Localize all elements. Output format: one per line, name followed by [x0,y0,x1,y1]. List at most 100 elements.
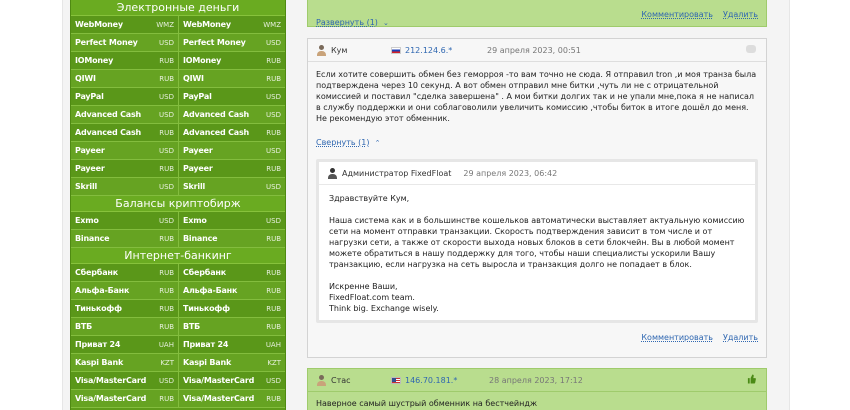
get-currency-option[interactable]: WebMoney WMZ [178,16,285,33]
get-currency-option[interactable]: Kaspi Bank KZT [178,354,285,371]
collapse-replies-link[interactable]: Свернуть (1) [316,138,370,147]
currency-code: RUB [159,394,174,403]
get-currency-option[interactable]: Payeer USD [178,142,285,159]
currency-code: USD [266,146,281,155]
give-currency-option[interactable]: Skrill USD [71,178,178,195]
currency-code: USD [159,216,174,225]
currency-name: QIWI [183,74,204,83]
give-currency-option[interactable]: Payeer USD [71,142,178,159]
get-currency-option[interactable]: Тинькофф RUB [178,300,285,317]
get-currency-option[interactable]: Exmo USD [178,212,285,229]
section-header: Электронные деньги [71,0,285,16]
get-currency-option[interactable]: Perfect Money USD [178,34,285,51]
give-currency-option[interactable]: PayPal USD [71,88,178,105]
currency-name: Advanced Cash [75,110,142,119]
give-currency-option[interactable]: ВТБ RUB [71,318,178,335]
currency-name: Advanced Cash [183,110,250,119]
exchange-row: Perfect Money USD Perfect Money USD [71,34,285,52]
give-currency-option[interactable]: Exmo USD [71,212,178,229]
russia-flag-icon [391,46,401,54]
currency-code: RUB [266,56,281,65]
exchange-row: QIWI RUB QIWI RUB [71,70,285,88]
currency-code: RUB [159,304,174,313]
give-currency-option[interactable]: Advanced Cash USD [71,106,178,123]
get-currency-option[interactable]: Visa/MasterCard USD [178,372,285,389]
neutral-rating-icon [746,45,756,53]
currency-code: USD [266,376,281,385]
currency-name: Visa/MasterCard [183,394,255,403]
delete-link[interactable]: Удалить [723,333,758,342]
reply-sign-line2: FixedFloat.com team. [329,293,415,302]
exchange-row: Тинькофф RUB Тинькофф RUB [71,300,285,318]
currency-code: USD [159,182,174,191]
comment-link[interactable]: Комментировать [641,333,713,342]
currency-name: Advanced Cash [183,128,250,137]
currency-name: Exmo [183,216,207,225]
give-currency-option[interactable]: IOMoney RUB [71,52,178,69]
currency-code: RUB [159,56,174,65]
get-currency-option[interactable]: Binance RUB [178,230,285,247]
exchange-row: WebMoney WMZ WebMoney WMZ [71,16,285,34]
currency-name: Exmo [75,216,99,225]
exchange-row: Kaspi Bank KZT Kaspi Bank KZT [71,354,285,372]
give-currency-option[interactable]: Альфа-Банк RUB [71,282,178,299]
review-text: Наверное самый шустрый обменник на бестч… [316,399,538,408]
give-currency-option[interactable]: Visa/MasterCard RUB [71,390,178,407]
review-card: Стас 146.70.181.* 28 апреля 2023, 17:12 … [307,368,767,410]
currency-code: USD [266,216,281,225]
reply-author: Администратор FixedFloat [342,168,452,178]
currency-name: Visa/MasterCard [183,376,255,385]
get-currency-option[interactable]: Visa/MasterCard RUB [178,390,285,407]
get-currency-option[interactable]: Сбербанк RUB [178,264,285,281]
currency-code: USD [266,182,281,191]
currency-name: Альфа-Банк [183,286,238,295]
admin-reply: Администратор FixedFloat 29 апреля 2023,… [316,159,758,323]
exchange-row: Advanced Cash RUB Advanced Cash RUB [71,124,285,142]
currency-code: RUB [266,128,281,137]
give-currency-option[interactable]: Binance RUB [71,230,178,247]
reply-header: Администратор FixedFloat 29 апреля 2023,… [319,162,755,185]
give-currency-option[interactable]: Сбербанк RUB [71,264,178,281]
currency-code: USD [159,110,174,119]
give-currency-option[interactable]: Visa/MasterCard USD [71,372,178,389]
currency-code: USD [266,92,281,101]
get-currency-option[interactable]: ВТБ RUB [178,318,285,335]
review-author: Стас [331,375,351,385]
currency-code: RUB [266,394,281,403]
get-currency-option[interactable]: QIWI RUB [178,70,285,87]
give-currency-option[interactable]: WebMoney WMZ [71,16,178,33]
give-currency-option[interactable]: Payeer RUB [71,160,178,177]
give-currency-option[interactable]: Приват 24 UAH [71,336,178,353]
currency-name: WebMoney [75,20,123,29]
get-currency-option[interactable]: Advanced Cash USD [178,106,285,123]
expand-replies-link[interactable]: Развернуть (1) [316,18,378,27]
currency-name: WebMoney [183,20,231,29]
comment-link[interactable]: Комментировать [641,10,713,19]
currency-name: Тинькофф [75,304,122,313]
currency-name: Альфа-Банк [75,286,130,295]
currency-name: ВТБ [75,322,93,331]
review-date: 29 апреля 2023, 00:51 [487,45,581,55]
currency-name: QIWI [75,74,96,83]
exchange-row: Payeer USD Payeer USD [71,142,285,160]
give-currency-option[interactable]: Kaspi Bank KZT [71,354,178,371]
get-currency-option[interactable]: IOMoney RUB [178,52,285,69]
give-currency-option[interactable]: Advanced Cash RUB [71,124,178,141]
delete-link[interactable]: Удалить [723,10,758,19]
currency-name: Payeer [183,146,213,155]
get-currency-option[interactable]: Advanced Cash RUB [178,124,285,141]
give-currency-option[interactable]: QIWI RUB [71,70,178,87]
give-currency-option[interactable]: Тинькофф RUB [71,300,178,317]
get-currency-option[interactable]: PayPal USD [178,88,285,105]
get-currency-option[interactable]: Альфа-Банк RUB [178,282,285,299]
previous-review-footer: Развернуть (1) ⌄ Комментировать Удалить [307,0,767,27]
currency-name: Сбербанк [75,268,118,277]
review-author: Кум [331,45,348,55]
give-currency-option[interactable]: Perfect Money USD [71,34,178,51]
get-currency-option[interactable]: Skrill USD [178,178,285,195]
currency-code: USD [159,146,174,155]
exchange-row: Visa/MasterCard RUB Visa/MasterCard RUB [71,390,285,408]
currency-code: USD [159,376,174,385]
get-currency-option[interactable]: Приват 24 UAH [178,336,285,353]
get-currency-option[interactable]: Payeer RUB [178,160,285,177]
